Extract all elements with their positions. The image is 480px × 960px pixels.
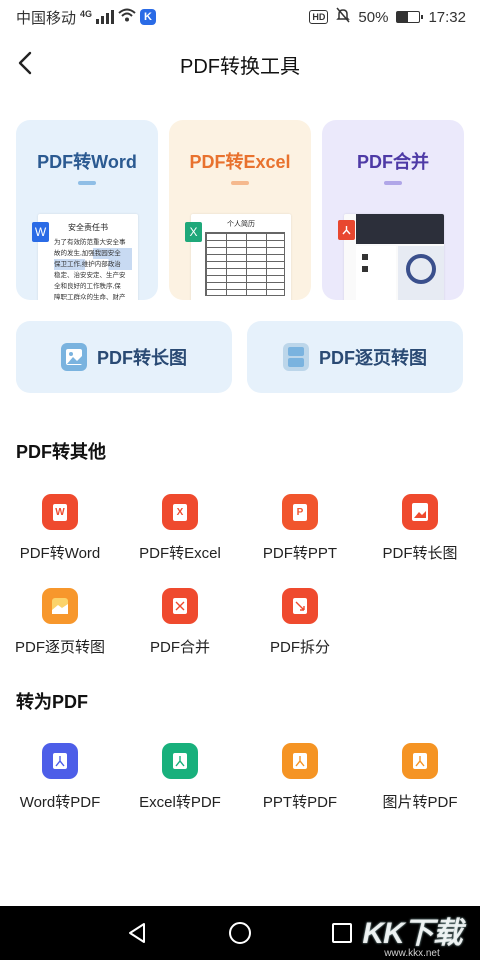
card-pdf-to-word[interactable]: PDF转Word 安全责任书 为了有效防范重大安全事 故的发生,加强我园安全 保… xyxy=(16,120,158,300)
card-divider xyxy=(384,181,402,185)
pages-icon xyxy=(283,343,309,371)
tool-pdf-merge[interactable]: PDF合并 xyxy=(120,588,240,668)
tool-pdf-split[interactable]: PDF拆分 xyxy=(240,588,360,668)
tool-pdf-to-excel[interactable]: X PDF转Excel xyxy=(120,494,240,574)
doc-line: 稳定、治安安定、生产安 xyxy=(54,272,126,279)
tool-label: PDF转PPT xyxy=(262,545,338,562)
excel-icon: X xyxy=(162,494,198,530)
tool-label: PPT转PDF xyxy=(262,794,338,811)
wifi-icon xyxy=(118,8,136,26)
pdf-page-to-image-button[interactable]: PDF逐页转图 xyxy=(247,321,463,393)
excel-icon: X xyxy=(185,222,202,242)
tool-label: PDF转Excel xyxy=(139,545,221,562)
doc-line: 保卫工作,维护内部政治 xyxy=(54,259,132,270)
excel-pdf-icon xyxy=(162,743,198,779)
tool-pdf-to-word[interactable]: W PDF转Word xyxy=(0,494,120,574)
network-label: 4G xyxy=(80,8,93,19)
watermark: KK下载 www.kkx.net xyxy=(352,906,472,960)
clock: 17:32 xyxy=(428,8,466,26)
ppt-pdf-icon xyxy=(282,743,318,779)
tool-image-to-pdf[interactable]: 图片转PDF xyxy=(360,743,480,823)
tool-word-to-pdf[interactable]: Word转PDF xyxy=(0,743,120,823)
battery-percent: 50% xyxy=(358,8,389,26)
tool-label: 图片转PDF xyxy=(382,794,458,811)
button-label: PDF逐页转图 xyxy=(319,348,427,368)
pdf-icon xyxy=(338,220,355,240)
doc-line: 故的发生,加强我园安全 xyxy=(54,248,132,259)
doc-preview: 安全责任书 为了有效防范重大安全事 故的发生,加强我园安全 保卫工作,维护内部政… xyxy=(38,214,138,300)
merge-icon xyxy=(162,588,198,624)
nav-back-button[interactable] xyxy=(122,918,152,948)
table-preview xyxy=(205,232,285,296)
battery-icon xyxy=(396,11,424,23)
doc-preview xyxy=(344,214,444,300)
tool-label: PDF逐页转图 xyxy=(14,639,105,656)
triangle-back-icon xyxy=(129,923,145,943)
tool-label: PDF转Word xyxy=(19,545,101,562)
nav-home-button[interactable] xyxy=(225,918,255,948)
ppt-icon: P xyxy=(282,494,318,530)
card-title: PDF合并 xyxy=(357,152,429,172)
card-pdf-merge[interactable]: PDF合并 xyxy=(322,120,464,300)
watermark-text: KK下载 xyxy=(362,916,462,950)
tool-pdf-to-ppt[interactable]: P PDF转PPT xyxy=(240,494,360,574)
button-label: PDF转长图 xyxy=(97,348,187,368)
image-pdf-icon xyxy=(402,743,438,779)
signal-icon xyxy=(96,10,115,24)
doc-line: 障职工群众的生命、财产 xyxy=(54,294,126,300)
mute-icon xyxy=(336,7,351,27)
square-recents-icon xyxy=(332,923,352,943)
doc-line: 全和良好的工作秩序,保 xyxy=(54,283,121,290)
doc-line: 为了有效防范重大安全事 xyxy=(54,239,126,246)
tool-label: PDF合并 xyxy=(149,639,210,656)
app-badge-icon: K xyxy=(140,9,157,25)
card-divider xyxy=(78,181,96,185)
card-pdf-to-excel[interactable]: PDF转Excel 个人简历 X xyxy=(169,120,311,300)
tool-label: PDF转长图 xyxy=(382,545,458,562)
circle-home-icon xyxy=(229,922,251,944)
carrier-label: 中国移动 xyxy=(16,9,77,27)
tool-label: Excel转PDF xyxy=(139,794,221,811)
status-bar: 中国移动 4G K HD 50% 17:32 xyxy=(0,0,480,34)
split-icon xyxy=(282,588,318,624)
tool-label: Word转PDF xyxy=(19,794,101,811)
tool-pdf-to-long-image[interactable]: PDF转长图 xyxy=(360,494,480,574)
pdf-to-long-image-button[interactable]: PDF转长图 xyxy=(16,321,232,393)
doc-preview: 个人简历 xyxy=(191,214,291,300)
tool-pdf-page-to-image[interactable]: PDF逐页转图 xyxy=(0,588,120,668)
word-icon: W xyxy=(32,222,49,242)
section-title-pdf-to-other: PDF转其他 xyxy=(16,442,106,462)
watermark-url: www.kkx.net xyxy=(384,947,440,959)
tool-ppt-to-pdf[interactable]: PPT转PDF xyxy=(240,743,360,823)
header: PDF转换工具 xyxy=(0,40,480,86)
page-title: PDF转换工具 xyxy=(180,56,300,78)
hd-icon: HD xyxy=(309,10,329,24)
section-title-to-pdf: 转为PDF xyxy=(16,692,88,712)
word-pdf-icon xyxy=(42,743,78,779)
card-title: PDF转Excel xyxy=(189,152,291,172)
image-icon xyxy=(61,343,87,371)
tool-excel-to-pdf[interactable]: Excel转PDF xyxy=(120,743,240,823)
card-divider xyxy=(231,181,249,185)
tool-label: PDF拆分 xyxy=(269,639,330,656)
image-icon xyxy=(402,494,438,530)
word-icon: W xyxy=(42,494,78,530)
doc-title: 个人简历 xyxy=(227,221,255,228)
card-title: PDF转Word xyxy=(37,152,137,172)
doc-title: 安全责任书 xyxy=(68,223,108,232)
image-stack-icon xyxy=(42,588,78,624)
